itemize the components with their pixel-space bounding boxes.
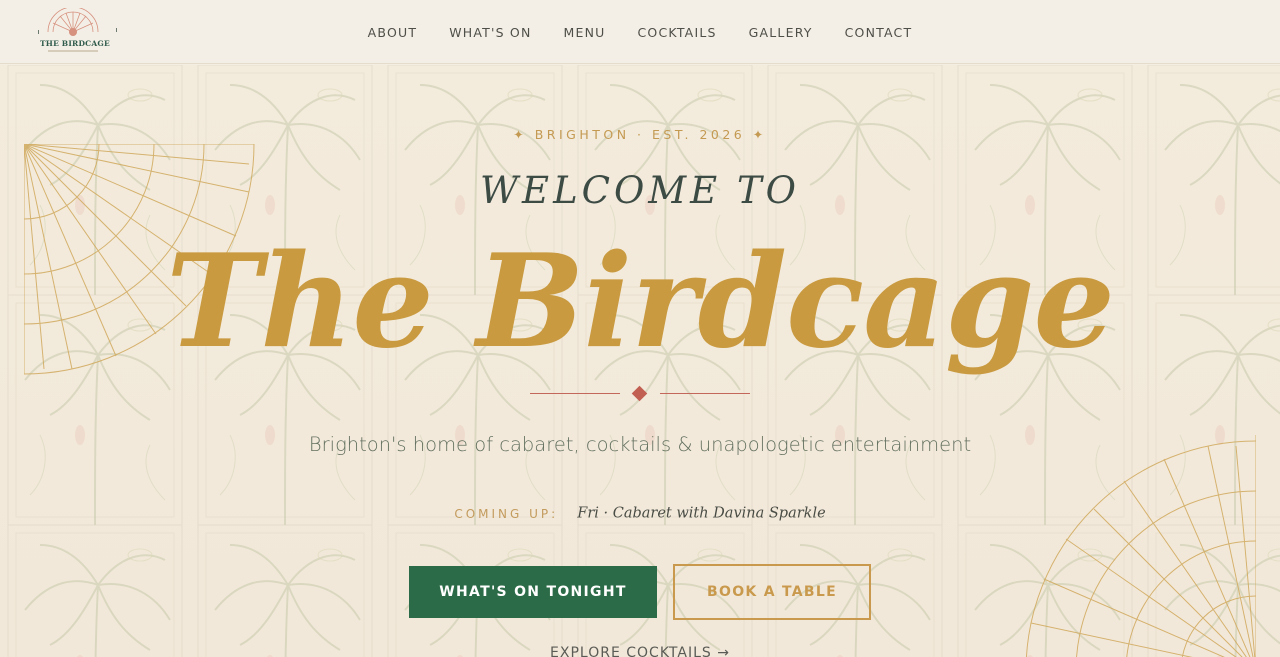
book-a-table-button[interactable]: BOOK A TABLE <box>673 564 871 620</box>
site-header: THE BIRDCAGE ABOUT WHAT'S ON MENU COCKTA… <box>0 0 1280 64</box>
coming-up-event[interactable]: Fri · Cabaret with Davina Sparkle <box>577 506 825 522</box>
right-fan-ornament <box>1025 435 1256 657</box>
nav-gallery[interactable]: GALLERY <box>749 25 813 40</box>
hero-section: ✦ BRIGHTON · EST. 2026 ✦ WELCOME TO The … <box>0 65 1280 657</box>
coming-up-label: COMING UP: <box>454 506 559 521</box>
hero-title: The Birdcage <box>166 227 1115 377</box>
main-nav: ABOUT WHAT'S ON MENU COCKTAILS GALLERY C… <box>0 0 1280 64</box>
nav-contact[interactable]: CONTACT <box>845 25 913 40</box>
diamond-icon <box>631 385 648 402</box>
hero-subtitle: Brighton's home of cabaret, cocktails & … <box>308 433 972 456</box>
coming-up: COMING UP: Fri · Cabaret with Davina Spa… <box>0 503 1280 522</box>
divider-line-right <box>660 393 750 394</box>
nav-whats-on[interactable]: WHAT'S ON <box>449 25 531 40</box>
nav-about[interactable]: ABOUT <box>368 25 418 40</box>
welcome-heading: WELCOME TO <box>480 169 800 212</box>
whats-on-tonight-button[interactable]: WHAT'S ON TONIGHT <box>409 566 657 618</box>
ornamental-divider <box>530 385 750 402</box>
nav-menu[interactable]: MENU <box>564 25 606 40</box>
explore-cocktails-link[interactable]: EXPLORE COCKTAILS → <box>0 645 1280 657</box>
hero-tagline: ✦ BRIGHTON · EST. 2026 ✦ <box>513 127 767 142</box>
nav-cocktails[interactable]: COCKTAILS <box>638 25 717 40</box>
divider-line-left <box>530 393 620 394</box>
